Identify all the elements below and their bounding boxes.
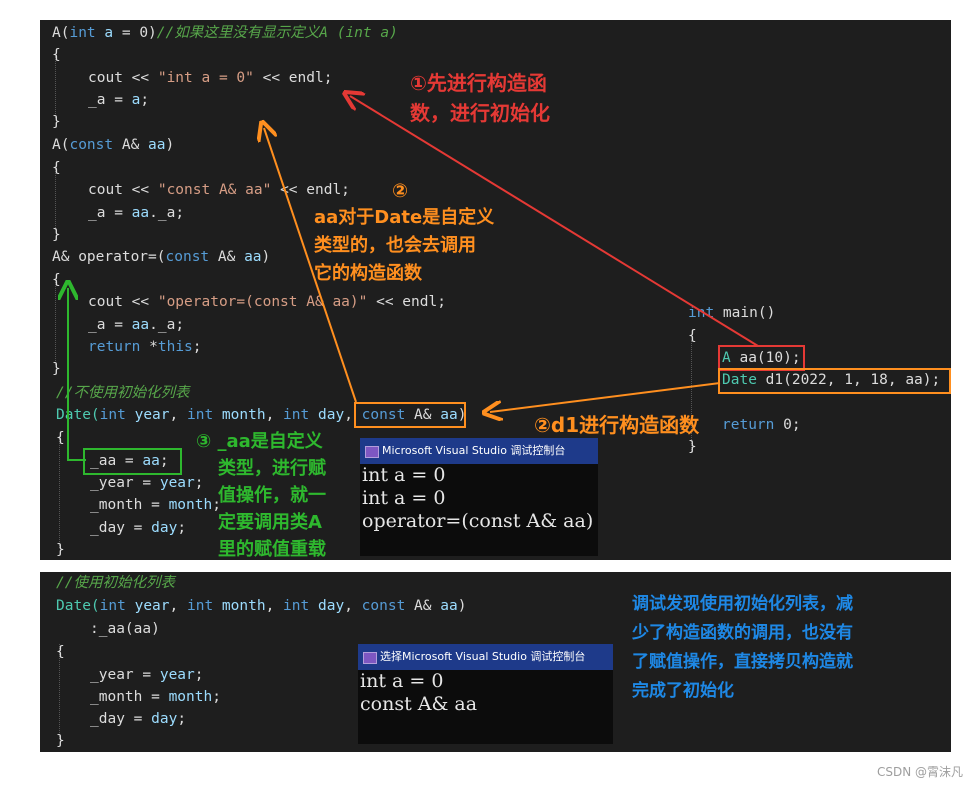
code-line: _year = year;	[90, 667, 204, 683]
code-line: {	[56, 644, 65, 660]
code-line: _month = month;	[90, 689, 221, 705]
code-line: :_aa(aa)	[90, 621, 160, 637]
code-panel-bottom: //使用初始化列表 Date(int year, int month, int …	[40, 572, 951, 752]
arrow-orange-left	[490, 382, 721, 412]
console-line: int a = 0	[360, 670, 444, 692]
annotation-conclusion: 调试发现使用初始化列表，减 少了构造函数的调用，也没有 了赋值操作，直接拷贝构造就完…	[632, 594, 853, 701]
annotation-step2-mark: ②	[392, 180, 409, 202]
watermark: CSDN @霄沫凡	[876, 765, 963, 779]
code-line: _day = day;	[90, 711, 187, 727]
annotation-step2: aa对于Date是自定义 类型的，也会去调用 它的构造函数	[314, 207, 495, 284]
annotation-step1: ①先进行构造函 数，进行初始化	[410, 71, 550, 125]
code-comment: //使用初始化列表	[56, 575, 175, 591]
annotation-step2-d1: ②d1进行构造函数	[534, 413, 700, 437]
arrow-green	[68, 288, 86, 461]
debug-console: 选择Microsoft Visual Studio 调试控制台 int a = …	[358, 644, 613, 744]
annotation-step3: ③ _aa是自定义 类型，进行赋 值操作，就一 定要调用类A 里的赋值重载	[196, 431, 326, 560]
code-line: Date(int year, int month, int day, const…	[56, 598, 467, 614]
console-titlebar: 选择Microsoft Visual Studio 调试控制台	[358, 644, 613, 670]
code-line: }	[56, 733, 65, 749]
console-icon	[363, 652, 377, 664]
console-line: const A& aa	[360, 693, 478, 715]
